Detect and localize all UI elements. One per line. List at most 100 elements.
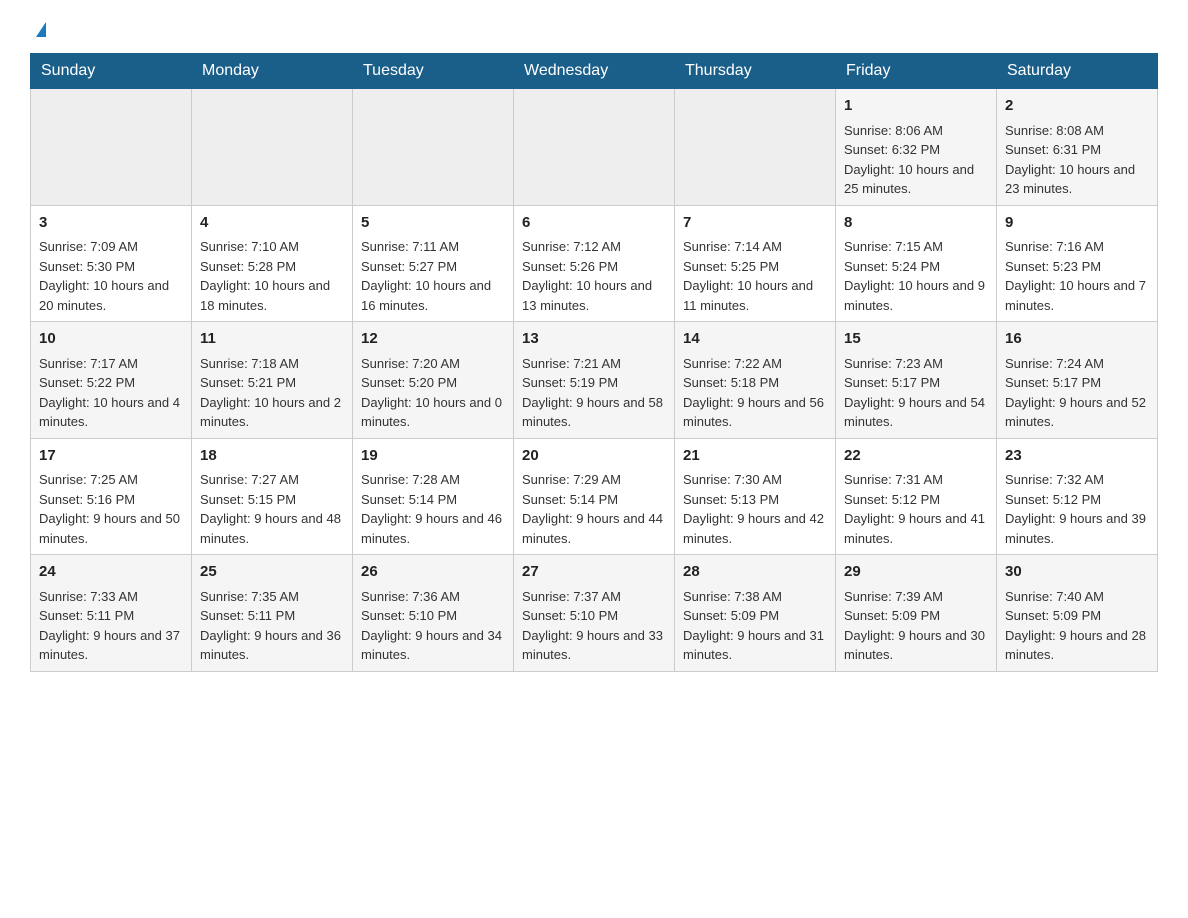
day-of-week-header: Monday <box>192 54 353 89</box>
day-info: Daylight: 10 hours and 25 minutes. <box>844 160 988 199</box>
day-info: Daylight: 9 hours and 42 minutes. <box>683 509 827 548</box>
calendar-cell: 10Sunrise: 7:17 AMSunset: 5:22 PMDayligh… <box>31 322 192 439</box>
calendar-cell: 1 Sunrise: 8:06 AMSunset: 6:32 PMDaylight… <box>836 89 997 206</box>
calendar-cell: 25Sunrise: 7:35 AMSunset: 5:11 PMDayligh… <box>192 555 353 672</box>
day-number: 26 <box>361 561 505 584</box>
day-info: Daylight: 9 hours and 54 minutes. <box>844 393 988 432</box>
day-info: Sunrise: 7:18 AM <box>200 354 344 374</box>
day-info: Sunset: 5:17 PM <box>844 373 988 393</box>
day-info: Daylight: 10 hours and 7 minutes. <box>1005 276 1149 315</box>
calendar-cell <box>353 89 514 206</box>
day-info: Sunset: 5:21 PM <box>200 373 344 393</box>
day-number: 21 <box>683 445 827 468</box>
day-info: Daylight: 10 hours and 0 minutes. <box>361 393 505 432</box>
day-info: Sunrise: 7:25 AM <box>39 470 183 490</box>
calendar-cell: 15Sunrise: 7:23 AMSunset: 5:17 PMDayligh… <box>836 322 997 439</box>
day-info: Daylight: 10 hours and 13 minutes. <box>522 276 666 315</box>
day-info: Sunrise: 8:06 AM <box>844 121 988 141</box>
day-number: 9 <box>1005 212 1149 235</box>
day-info: Sunset: 5:23 PM <box>1005 257 1149 277</box>
day-info: Sunrise: 7:22 AM <box>683 354 827 374</box>
day-of-week-header: Sunday <box>31 54 192 89</box>
day-info: Daylight: 10 hours and 18 minutes. <box>200 276 344 315</box>
day-number: 10 <box>39 328 183 351</box>
day-number: 23 <box>1005 445 1149 468</box>
calendar-week-row: 17Sunrise: 7:25 AMSunset: 5:16 PMDayligh… <box>31 438 1158 555</box>
day-info: Sunset: 5:26 PM <box>522 257 666 277</box>
day-info: Sunset: 5:10 PM <box>522 606 666 626</box>
day-number: 19 <box>361 445 505 468</box>
day-info: Daylight: 9 hours and 30 minutes. <box>844 626 988 665</box>
day-info: Sunset: 5:14 PM <box>361 490 505 510</box>
calendar-cell: 6Sunrise: 7:12 AMSunset: 5:26 PMDaylight… <box>514 205 675 322</box>
day-info: Sunset: 5:12 PM <box>844 490 988 510</box>
day-info: Sunrise: 7:38 AM <box>683 587 827 607</box>
calendar-cell <box>675 89 836 206</box>
day-number: 1 <box>844 95 988 118</box>
calendar-cell: 26Sunrise: 7:36 AMSunset: 5:10 PMDayligh… <box>353 555 514 672</box>
day-info: Sunrise: 7:24 AM <box>1005 354 1149 374</box>
calendar-header-row: SundayMondayTuesdayWednesdayThursdayFrid… <box>31 54 1158 89</box>
day-of-week-header: Saturday <box>997 54 1158 89</box>
day-of-week-header: Wednesday <box>514 54 675 89</box>
day-info: Sunset: 5:09 PM <box>844 606 988 626</box>
day-number: 25 <box>200 561 344 584</box>
day-info: Sunrise: 7:20 AM <box>361 354 505 374</box>
day-info: Daylight: 10 hours and 20 minutes. <box>39 276 183 315</box>
page-header <box>30 20 1158 33</box>
calendar-cell: 2Sunrise: 8:08 AMSunset: 6:31 PMDaylight… <box>997 89 1158 206</box>
day-info: Daylight: 9 hours and 44 minutes. <box>522 509 666 548</box>
day-number: 14 <box>683 328 827 351</box>
day-number: 30 <box>1005 561 1149 584</box>
calendar-cell: 8Sunrise: 7:15 AMSunset: 5:24 PMDaylight… <box>836 205 997 322</box>
calendar-cell: 3Sunrise: 7:09 AMSunset: 5:30 PMDaylight… <box>31 205 192 322</box>
day-of-week-header: Thursday <box>675 54 836 89</box>
logo-text-group <box>30 20 46 33</box>
day-info: Daylight: 9 hours and 58 minutes. <box>522 393 666 432</box>
day-info: Sunrise: 7:09 AM <box>39 237 183 257</box>
day-info: Sunset: 5:19 PM <box>522 373 666 393</box>
day-info: Sunrise: 7:29 AM <box>522 470 666 490</box>
day-info: Daylight: 10 hours and 23 minutes. <box>1005 160 1149 199</box>
day-number: 22 <box>844 445 988 468</box>
calendar-cell: 24Sunrise: 7:33 AMSunset: 5:11 PMDayligh… <box>31 555 192 672</box>
day-info: Sunrise: 7:31 AM <box>844 470 988 490</box>
day-info: Sunrise: 7:16 AM <box>1005 237 1149 257</box>
day-of-week-header: Tuesday <box>353 54 514 89</box>
calendar-cell: 18Sunrise: 7:27 AMSunset: 5:15 PMDayligh… <box>192 438 353 555</box>
day-info: Sunset: 5:11 PM <box>39 606 183 626</box>
day-info: Daylight: 9 hours and 50 minutes. <box>39 509 183 548</box>
day-info: Sunrise: 7:14 AM <box>683 237 827 257</box>
day-info: Sunset: 5:20 PM <box>361 373 505 393</box>
day-info: Daylight: 9 hours and 37 minutes. <box>39 626 183 665</box>
day-number: 24 <box>39 561 183 584</box>
day-info: Sunrise: 8:08 AM <box>1005 121 1149 141</box>
day-info: Sunset: 5:11 PM <box>200 606 344 626</box>
calendar-cell: 19Sunrise: 7:28 AMSunset: 5:14 PMDayligh… <box>353 438 514 555</box>
calendar-cell: 11 Sunrise: 7:18 AMSunset: 5:21 PMDayligh… <box>192 322 353 439</box>
day-info: Sunset: 5:25 PM <box>683 257 827 277</box>
day-info: Daylight: 9 hours and 48 minutes. <box>200 509 344 548</box>
day-info: Sunset: 5:30 PM <box>39 257 183 277</box>
day-info: Sunset: 6:32 PM <box>844 140 988 160</box>
day-info: Sunset: 5:12 PM <box>1005 490 1149 510</box>
day-info: Sunset: 5:09 PM <box>1005 606 1149 626</box>
day-info: Sunset: 5:15 PM <box>200 490 344 510</box>
day-info: Sunrise: 7:37 AM <box>522 587 666 607</box>
day-number: 17 <box>39 445 183 468</box>
calendar-week-row: 3Sunrise: 7:09 AMSunset: 5:30 PMDaylight… <box>31 205 1158 322</box>
day-info: Daylight: 9 hours and 33 minutes. <box>522 626 666 665</box>
day-info: Sunset: 5:27 PM <box>361 257 505 277</box>
day-info: Sunset: 5:16 PM <box>39 490 183 510</box>
day-number: 16 <box>1005 328 1149 351</box>
day-number: 20 <box>522 445 666 468</box>
day-info: Daylight: 10 hours and 2 minutes. <box>200 393 344 432</box>
calendar-cell: 20Sunrise: 7:29 AMSunset: 5:14 PMDayligh… <box>514 438 675 555</box>
calendar-cell <box>514 89 675 206</box>
day-info: Sunrise: 7:11 AM <box>361 237 505 257</box>
day-info: Daylight: 10 hours and 11 minutes. <box>683 276 827 315</box>
day-number: 3 <box>39 212 183 235</box>
day-info: Sunrise: 7:32 AM <box>1005 470 1149 490</box>
day-number: 11 <box>200 328 344 351</box>
day-info: Daylight: 10 hours and 4 minutes. <box>39 393 183 432</box>
